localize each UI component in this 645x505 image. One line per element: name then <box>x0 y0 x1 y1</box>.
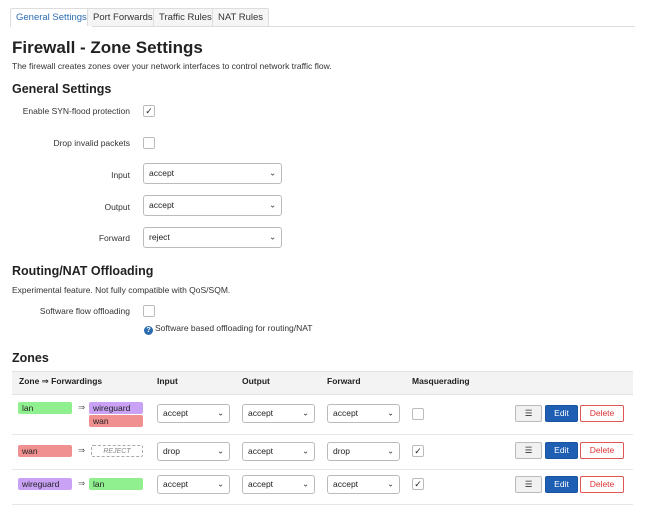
chevron-down-icon: ⌄ <box>269 200 276 210</box>
zone-forward-value: accept <box>333 408 359 418</box>
input-policy-label: Input <box>111 170 130 180</box>
software-offload-help-text: Software based offloading for routing/NA… <box>155 323 313 333</box>
chevron-down-icon: ⌄ <box>387 479 394 489</box>
zone-forward-select[interactable]: accept ⌄ <box>327 404 400 423</box>
page-description: The firewall creates zones over your net… <box>12 61 332 71</box>
masquerading-checkbox[interactable]: ✓ <box>412 478 424 490</box>
drop-invalid-checkbox[interactable] <box>143 137 155 149</box>
zone-forward-select[interactable]: accept ⌄ <box>327 475 400 494</box>
delete-button[interactable]: Delete <box>580 476 624 493</box>
zone-forward-value: accept <box>333 479 359 489</box>
output-policy-select[interactable]: accept ⌄ <box>143 195 282 216</box>
chevron-down-icon: ⌄ <box>217 408 224 418</box>
offloading-heading: Routing/NAT Offloading <box>12 264 154 278</box>
col-input: Input <box>157 376 178 386</box>
zones-table-header <box>12 371 633 395</box>
drop-invalid-label: Drop invalid packets <box>53 138 130 148</box>
tab-nat-rules[interactable]: NAT Rules <box>212 8 270 26</box>
zone-input-value: accept <box>163 408 189 418</box>
forward-arrow: ⇒ <box>78 402 86 412</box>
forward-arrow: ⇒ <box>78 478 86 488</box>
zone-badge-wan: wan <box>18 445 72 457</box>
zone-input-select[interactable]: drop ⌄ <box>157 442 230 461</box>
edit-button[interactable]: Edit <box>545 442 578 459</box>
zone-badge-wireguard: wireguard <box>18 478 72 490</box>
tab-traffic-rules[interactable]: Traffic Rules <box>153 8 218 26</box>
zone-output-value: accept <box>248 446 274 456</box>
syn-flood-label: Enable SYN-flood protection <box>22 106 130 116</box>
check-icon: ✓ <box>145 106 153 116</box>
zone-forward-value: drop <box>333 446 351 456</box>
chevron-down-icon: ⌄ <box>269 168 276 178</box>
tab-bar: General Settings Port Forwards Traffic R… <box>10 8 635 27</box>
zone-input-value: accept <box>163 479 189 489</box>
forward-policy-select[interactable]: reject ⌄ <box>143 227 282 248</box>
delete-button[interactable]: Delete <box>580 442 624 459</box>
col-masquerading: Masquerading <box>412 376 470 386</box>
tab-port-forwards[interactable]: Port Forwards <box>87 8 159 26</box>
zone-input-select[interactable]: accept ⌄ <box>157 475 230 494</box>
col-zone-forwardings: Zone ⇒ Forwardings <box>19 376 103 386</box>
input-policy-value: accept <box>149 168 175 178</box>
general-settings-heading: General Settings <box>12 82 112 96</box>
software-offload-help: ? Software based offloading for routing/N… <box>144 323 313 335</box>
edit-button[interactable]: Edit <box>545 405 578 422</box>
chevron-down-icon: ⌄ <box>302 479 309 489</box>
zone-input-value: drop <box>163 446 181 456</box>
zone-output-select[interactable]: accept ⌄ <box>242 475 315 494</box>
zone-output-value: accept <box>248 408 274 418</box>
zone-output-select[interactable]: accept ⌄ <box>242 442 315 461</box>
question-icon: ? <box>144 326 153 335</box>
chevron-down-icon: ⌄ <box>387 408 394 418</box>
forward-badge-lan: lan <box>89 478 143 490</box>
drag-handle-button[interactable]: ☰ <box>515 442 542 459</box>
chevron-down-icon: ⌄ <box>302 408 309 418</box>
chevron-down-icon: ⌄ <box>217 479 224 489</box>
col-output: Output <box>242 376 270 386</box>
drag-handle-button[interactable]: ☰ <box>515 476 542 493</box>
tab-general-settings[interactable]: General Settings <box>10 8 93 27</box>
masquerading-checkbox[interactable]: ✓ <box>412 445 424 457</box>
forward-policy-value: reject <box>149 232 170 242</box>
chevron-down-icon: ⌄ <box>387 446 394 456</box>
edit-button[interactable]: Edit <box>545 476 578 493</box>
software-offload-label: Software flow offloading <box>39 306 130 316</box>
offloading-description: Experimental feature. Not fully compatib… <box>12 285 231 295</box>
forward-policy-label: Forward <box>98 233 130 243</box>
software-offload-checkbox[interactable] <box>143 305 155 317</box>
input-policy-select[interactable]: accept ⌄ <box>143 163 282 184</box>
zone-input-select[interactable]: accept ⌄ <box>157 404 230 423</box>
reject-badge: REJECT <box>91 445 143 457</box>
zones-heading: Zones <box>12 351 49 365</box>
zone-output-select[interactable]: accept ⌄ <box>242 404 315 423</box>
chevron-down-icon: ⌄ <box>302 446 309 456</box>
output-policy-value: accept <box>149 200 175 210</box>
delete-button[interactable]: Delete <box>580 405 624 422</box>
drag-handle-button[interactable]: ☰ <box>515 405 542 422</box>
page-title: Firewall - Zone Settings <box>12 38 203 57</box>
forward-badge-wan: wan <box>89 415 143 427</box>
check-icon: ✓ <box>414 479 422 489</box>
check-icon: ✓ <box>414 446 422 456</box>
chevron-down-icon: ⌄ <box>217 446 224 456</box>
syn-flood-checkbox[interactable]: ✓ <box>143 105 155 117</box>
output-policy-label: Output <box>104 202 130 212</box>
masquerading-checkbox[interactable] <box>412 408 424 420</box>
forward-arrow: ⇒ <box>78 445 86 455</box>
zone-forward-select[interactable]: drop ⌄ <box>327 442 400 461</box>
chevron-down-icon: ⌄ <box>269 232 276 242</box>
zone-output-value: accept <box>248 479 274 489</box>
col-forward: Forward <box>327 376 361 386</box>
zone-badge-lan: lan <box>18 402 72 414</box>
forward-badge-wireguard: wireguard <box>89 402 143 414</box>
